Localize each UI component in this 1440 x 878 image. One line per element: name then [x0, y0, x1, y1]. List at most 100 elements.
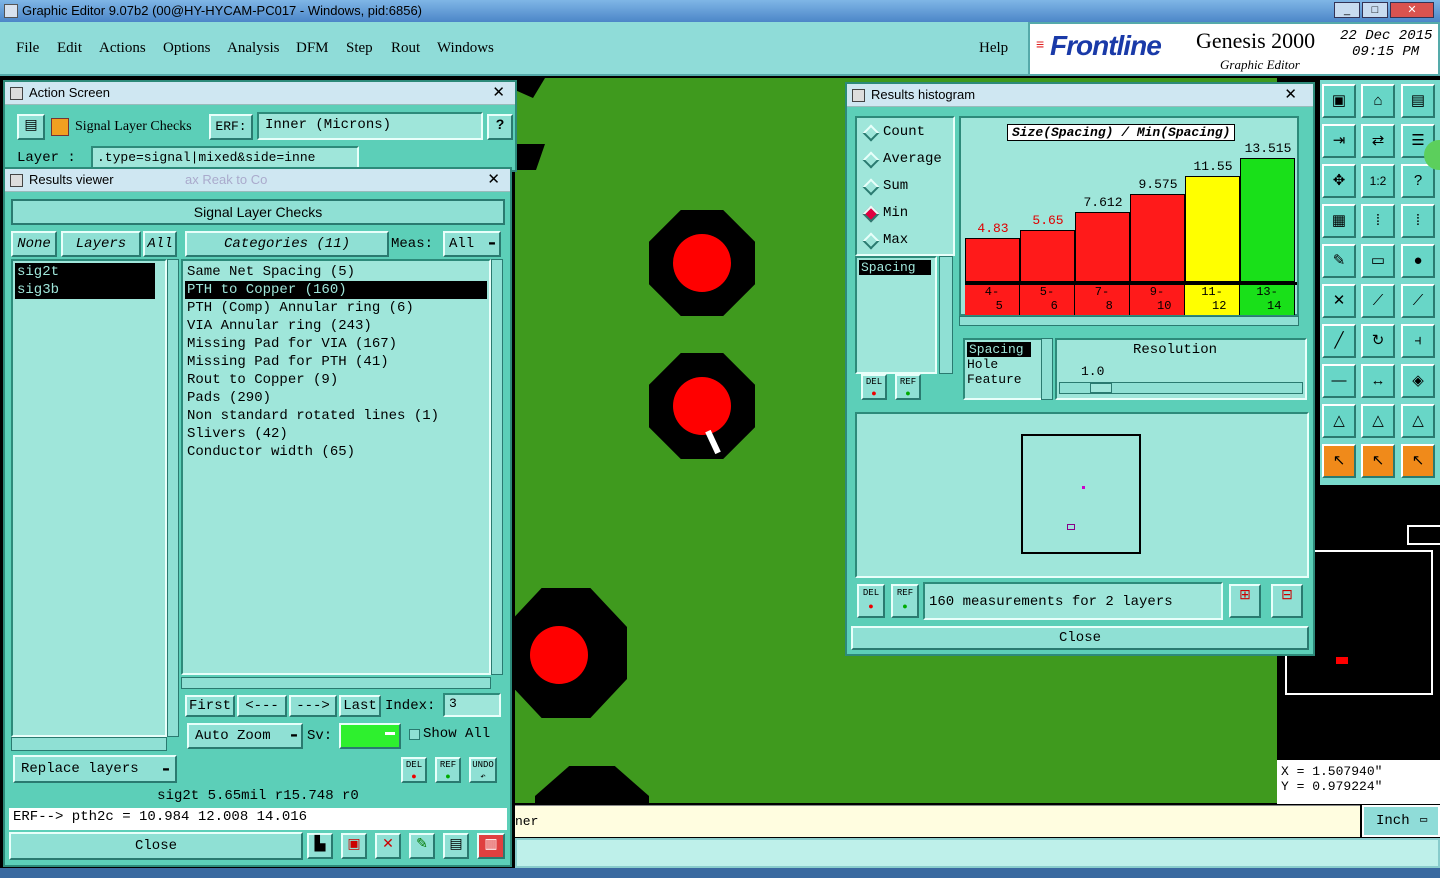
list-item[interactable]: VIA Annular ring (243) [187, 317, 485, 335]
list-item[interactable]: Rout to Copper (9) [187, 371, 485, 389]
last-button[interactable]: Last [339, 695, 381, 717]
option-max[interactable]: Max [862, 232, 951, 252]
show-all-checkbox[interactable] [409, 729, 420, 740]
list-item[interactable]: Conductor width (65) [187, 443, 485, 461]
line-alt-icon[interactable]: ⟋ [1401, 284, 1435, 318]
pointer-route-icon[interactable]: ↖ [1401, 444, 1435, 478]
slider-thumb[interactable] [1090, 383, 1112, 393]
close-icon[interactable]: ✕ [492, 82, 505, 104]
list-item[interactable]: PTH (Comp) Annular ring (6) [187, 299, 485, 317]
categories-scrollbar[interactable] [491, 259, 503, 675]
resolution-slider[interactable] [1059, 382, 1303, 394]
histogram-bar[interactable] [1240, 158, 1295, 282]
measure-icon[interactable]: ↔ [1361, 364, 1395, 398]
list-item[interactable]: Non standard rotated lines (1) [187, 407, 485, 425]
window-icon[interactable]: ▤ [1401, 84, 1435, 118]
ref-button[interactable]: REF ● [435, 757, 461, 783]
close-button[interactable]: Close [9, 832, 303, 860]
undo-button[interactable]: UNDO ↶ [469, 757, 497, 783]
command-bar[interactable] [515, 838, 1440, 868]
delete-icon[interactable]: ✕ [375, 833, 401, 859]
categories-button[interactable]: Categories (11) [185, 231, 389, 257]
shapes-icon[interactable]: ◈ [1401, 364, 1435, 398]
layers-button[interactable]: Layers [61, 231, 141, 257]
index-field[interactable]: 3 [443, 693, 501, 717]
del-button[interactable]: DEL ● [401, 757, 427, 783]
type-scrollbar[interactable] [939, 256, 953, 374]
cross-icon[interactable]: ✕ [1322, 284, 1356, 318]
list-item[interactable]: Slivers (42) [187, 425, 485, 443]
severity-dropdown[interactable]: ▬ [339, 723, 401, 749]
categories-hscrollbar[interactable] [181, 677, 491, 689]
grid-icon[interactable]: ▦ [1322, 204, 1356, 238]
preview-ref-button[interactable]: REF ● [891, 584, 919, 618]
layers-alt-icon[interactable]: ⁞ [1401, 204, 1435, 238]
edit-icon[interactable]: ✎ [409, 833, 435, 859]
pad-icon[interactable]: ● [1401, 244, 1435, 278]
close-icon[interactable]: ✕ [1284, 84, 1297, 106]
list-item[interactable]: sig3b [15, 281, 155, 299]
connect-icon[interactable]: ⫞ [1401, 324, 1435, 358]
meas-dropdown[interactable]: All ▬ [443, 231, 501, 257]
draw-icon[interactable]: ✎ [1322, 244, 1356, 278]
export-icon[interactable]: ⇥ [1322, 124, 1356, 158]
close-window-icon[interactable]: ✕ [1390, 2, 1434, 18]
pan-icon[interactable]: ✥ [1322, 164, 1356, 198]
next-button[interactable]: ---> [289, 695, 337, 717]
layers-icon[interactable]: ⁞ [1361, 204, 1395, 238]
mirror-icon[interactable]: ⇄ [1361, 124, 1395, 158]
none-button[interactable]: None [11, 231, 57, 257]
diagonal-icon[interactable]: ╱ [1322, 324, 1356, 358]
checklist-icon[interactable]: ▤ [17, 114, 45, 140]
layers-hscrollbar[interactable] [11, 737, 167, 751]
layers-scrollbar[interactable] [167, 259, 179, 737]
histogram-bar[interactable] [1075, 212, 1130, 282]
preview-del-button[interactable]: DEL ● [857, 584, 885, 618]
list-item[interactable]: Hole [967, 357, 1039, 372]
option-count[interactable]: Count [862, 124, 951, 144]
histogram-icon[interactable]: ▥ [477, 833, 505, 859]
histogram-bar[interactable] [1130, 194, 1185, 282]
zoom-in-icon[interactable]: ⊞ [1229, 584, 1261, 618]
line-icon[interactable]: ⟋ [1361, 284, 1395, 318]
option-average[interactable]: Average [862, 151, 951, 171]
list-item[interactable]: Missing Pad for VIA (167) [187, 335, 485, 353]
ratio-icon[interactable]: 1:2 [1361, 164, 1395, 198]
histogram-ref-button[interactable]: REF ● [895, 374, 921, 400]
triangle-icon[interactable]: △ [1322, 404, 1356, 438]
resolution-scrollbar[interactable] [1041, 338, 1053, 400]
histogram-del-button[interactable]: DEL ● [861, 374, 887, 400]
report-icon[interactable]: ▤ [443, 833, 469, 859]
histogram-bar[interactable] [1185, 176, 1240, 282]
maximize-icon[interactable]: □ [1362, 2, 1388, 18]
minimize-icon[interactable]: _ [1334, 2, 1360, 18]
erf-field[interactable]: Inner (Microns) [257, 112, 483, 140]
menu-dfm[interactable]: DFM [296, 40, 329, 57]
list-item[interactable]: Feature [967, 372, 1039, 387]
list-item[interactable]: sig2t [15, 263, 155, 281]
pointer-icon[interactable]: ↖ [1322, 444, 1356, 478]
menu-actions[interactable]: Actions [99, 40, 146, 57]
menu-step[interactable]: Step [346, 40, 373, 57]
help-button[interactable]: ? [487, 114, 513, 140]
arc-icon[interactable]: ↻ [1361, 324, 1395, 358]
menu-options[interactable]: Options [163, 40, 211, 57]
all-layers-button[interactable]: All [143, 231, 177, 257]
triangle-alt-icon[interactable]: △ [1401, 404, 1435, 438]
triangle-up-icon[interactable]: △ [1361, 404, 1395, 438]
unit-selector[interactable]: Inch ▭ [1362, 805, 1440, 837]
record-icon[interactable]: ▣ [341, 833, 367, 859]
menu-help[interactable]: Help [979, 40, 1008, 57]
list-item[interactable]: Spacing [967, 342, 1031, 357]
list-item[interactable]: Missing Pad for PTH (41) [187, 353, 485, 371]
ruler-icon[interactable]: ▭ [1361, 244, 1395, 278]
auto-zoom-dropdown[interactable]: Auto Zoom ▬ [187, 723, 303, 749]
list-item[interactable]: Pads (290) [187, 389, 485, 407]
list-item[interactable]: Spacing [859, 260, 931, 275]
chart-icon[interactable]: ▙ [307, 833, 333, 859]
zoom-out-icon[interactable]: ⊟ [1271, 584, 1303, 618]
chart-hscrollbar[interactable] [959, 316, 1299, 326]
close-icon[interactable]: ✕ [487, 169, 500, 191]
hline-icon[interactable]: — [1322, 364, 1356, 398]
menu-rout[interactable]: Rout [391, 40, 420, 57]
